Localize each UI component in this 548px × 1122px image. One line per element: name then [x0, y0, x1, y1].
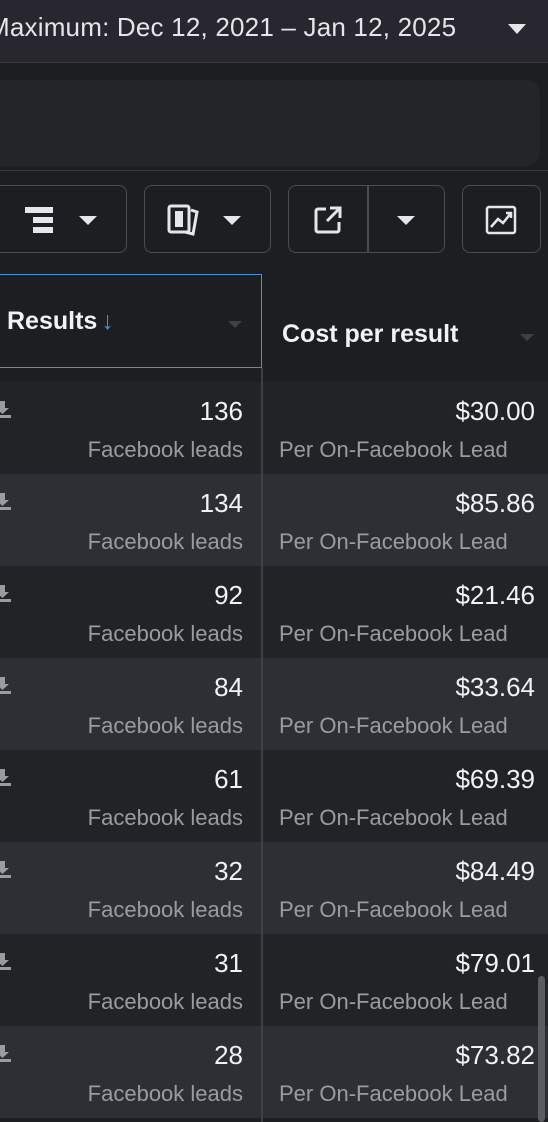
date-range-bar[interactable]: Maximum: Dec 12, 2021 – Jan 12, 2025 — [0, 0, 548, 63]
results-type: Facebook leads — [87, 713, 243, 738]
download-icon — [0, 1045, 11, 1062]
cost-type: Per On-Facebook Lead — [279, 713, 508, 738]
divider — [0, 170, 548, 171]
chevron-down-icon — [223, 216, 241, 225]
download-icon — [0, 861, 11, 878]
results-type: Facebook leads — [87, 989, 243, 1014]
results-value: 134 — [199, 488, 243, 518]
results-type: Facebook leads — [87, 805, 243, 830]
cost-value: $84.49 — [455, 856, 535, 886]
column-menu-icon[interactable] — [228, 321, 242, 328]
results-value: 28 — [214, 1040, 243, 1070]
column-menu-icon[interactable] — [520, 334, 534, 341]
chart-icon — [485, 205, 517, 235]
date-range-label[interactable]: Maximum: Dec 12, 2021 – Jan 12, 2025 — [0, 12, 456, 43]
cost-type: Per On-Facebook Lead — [279, 897, 508, 922]
table-row[interactable]: 31 Facebook leads $79.01 Per On-Facebook… — [0, 934, 548, 1026]
table-row[interactable]: 136 Facebook leads $30.00 Per On-Faceboo… — [0, 382, 548, 474]
table-header: Results ↓ Cost per result — [0, 274, 548, 368]
chevron-down-icon[interactable] — [397, 216, 415, 225]
chart-button[interactable] — [462, 185, 541, 253]
cost-type: Per On-Facebook Lead — [279, 805, 508, 830]
cost-value: $85.86 — [455, 488, 535, 518]
column-header-results[interactable]: Results ↓ — [0, 274, 262, 368]
download-icon — [0, 493, 11, 510]
column-divider — [261, 368, 263, 1122]
results-type: Facebook leads — [87, 1081, 243, 1106]
filter-panel — [0, 80, 540, 166]
download-icon — [0, 677, 11, 694]
results-type: Facebook leads — [87, 897, 243, 922]
table-row[interactable]: 92 Facebook leads $21.46 Per On-Facebook… — [0, 566, 548, 658]
results-value: 31 — [214, 948, 243, 978]
column-header-label: Results — [7, 307, 98, 335]
cost-type: Per On-Facebook Lead — [279, 989, 508, 1014]
table-row[interactable]: 28 Facebook leads $73.82 Per On-Facebook… — [0, 1026, 548, 1118]
table-row[interactable]: 134 Facebook leads $85.86 Per On-Faceboo… — [0, 474, 548, 566]
cost-value: $69.39 — [455, 764, 535, 794]
table-row[interactable]: 61 Facebook leads $69.39 Per On-Facebook… — [0, 750, 548, 842]
cost-value: $79.01 — [455, 948, 535, 978]
breakdown-button[interactable] — [0, 185, 127, 253]
results-type: Facebook leads — [87, 529, 243, 554]
cost-value: $33.64 — [455, 672, 535, 702]
cost-type: Per On-Facebook Lead — [279, 529, 508, 554]
table-row[interactable]: 32 Facebook leads $84.49 Per On-Facebook… — [0, 842, 548, 934]
results-value: 136 — [199, 396, 243, 426]
download-icon — [0, 953, 11, 970]
cost-type: Per On-Facebook Lead — [279, 1081, 508, 1106]
cost-value: $30.00 — [455, 396, 535, 426]
results-value: 92 — [214, 580, 243, 610]
button-separator — [367, 186, 369, 252]
header-gap — [0, 368, 548, 382]
export-button-group[interactable] — [288, 185, 445, 253]
export-icon — [314, 206, 342, 234]
breakdown-icon — [25, 207, 53, 233]
download-icon — [0, 769, 11, 786]
results-value: 32 — [214, 856, 243, 886]
sort-descending-icon: ↓ — [101, 307, 114, 335]
columns-icon — [167, 204, 199, 236]
results-value: 84 — [214, 672, 243, 702]
chevron-down-icon — [79, 216, 97, 225]
download-icon — [0, 585, 11, 602]
scrollbar[interactable] — [538, 976, 545, 1122]
download-icon — [0, 401, 11, 418]
cost-type: Per On-Facebook Lead — [279, 621, 508, 646]
cost-value: $21.46 — [455, 580, 535, 610]
chevron-down-icon[interactable] — [508, 24, 526, 34]
results-value: 61 — [214, 764, 243, 794]
columns-button[interactable] — [144, 185, 271, 253]
table-row[interactable]: 84 Facebook leads $33.64 Per On-Facebook… — [0, 658, 548, 750]
column-header-label: Cost per result — [282, 320, 459, 348]
results-type: Facebook leads — [87, 621, 243, 646]
results-type: Facebook leads — [87, 437, 243, 462]
cost-value: $73.82 — [455, 1040, 535, 1070]
cost-type: Per On-Facebook Lead — [279, 437, 508, 462]
